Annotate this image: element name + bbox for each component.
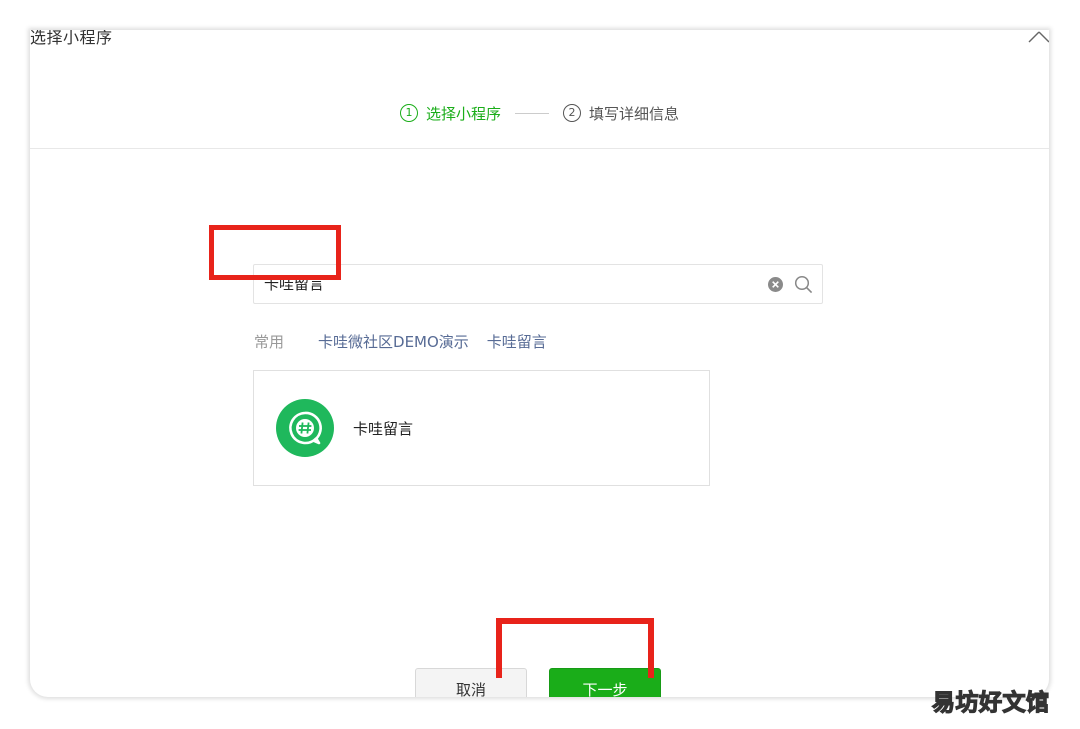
watermark: 易坊好文馆	[931, 689, 1050, 716]
step-connector	[515, 112, 549, 114]
result-item-kawa-liuyan[interactable]: 卡哇留言	[253, 370, 710, 486]
header-divider	[30, 148, 1049, 149]
close-icon[interactable]	[1027, 30, 1049, 52]
step-number: 1	[399, 104, 418, 122]
recent-label: 常用	[254, 333, 285, 351]
recent-row: 常用 卡哇微社区DEMO演示 卡哇留言	[254, 331, 565, 352]
recent-item-kawa-liuyan[interactable]: 卡哇留言	[487, 331, 547, 352]
dialog-title: 选择小程序	[30, 30, 113, 47]
step-select-miniprogram: 1 选择小程序	[399, 103, 501, 124]
select-miniprogram-dialog: 选择小程序 1 选择小程序 2 填写详细信息 常用 卡哇微社区DEMO演示 卡哇…	[30, 30, 1049, 697]
stepper: 1 选择小程序 2 填写详细信息	[30, 100, 1049, 126]
search-icon[interactable]	[794, 275, 813, 294]
step-number: 2	[563, 104, 581, 122]
step-label: 选择小程序	[425, 104, 501, 123]
step-label: 填写详细信息	[589, 104, 680, 123]
recent-item-kawa-demo[interactable]: 卡哇微社区DEMO演示	[318, 331, 469, 352]
step-fill-details: 2 填写详细信息	[563, 103, 679, 124]
annotation-highlight-search	[209, 225, 341, 280]
result-name: 卡哇留言	[353, 420, 414, 438]
clear-icon[interactable]	[768, 277, 783, 292]
hashtag-chat-icon	[276, 399, 334, 457]
annotation-highlight-next	[496, 618, 654, 678]
